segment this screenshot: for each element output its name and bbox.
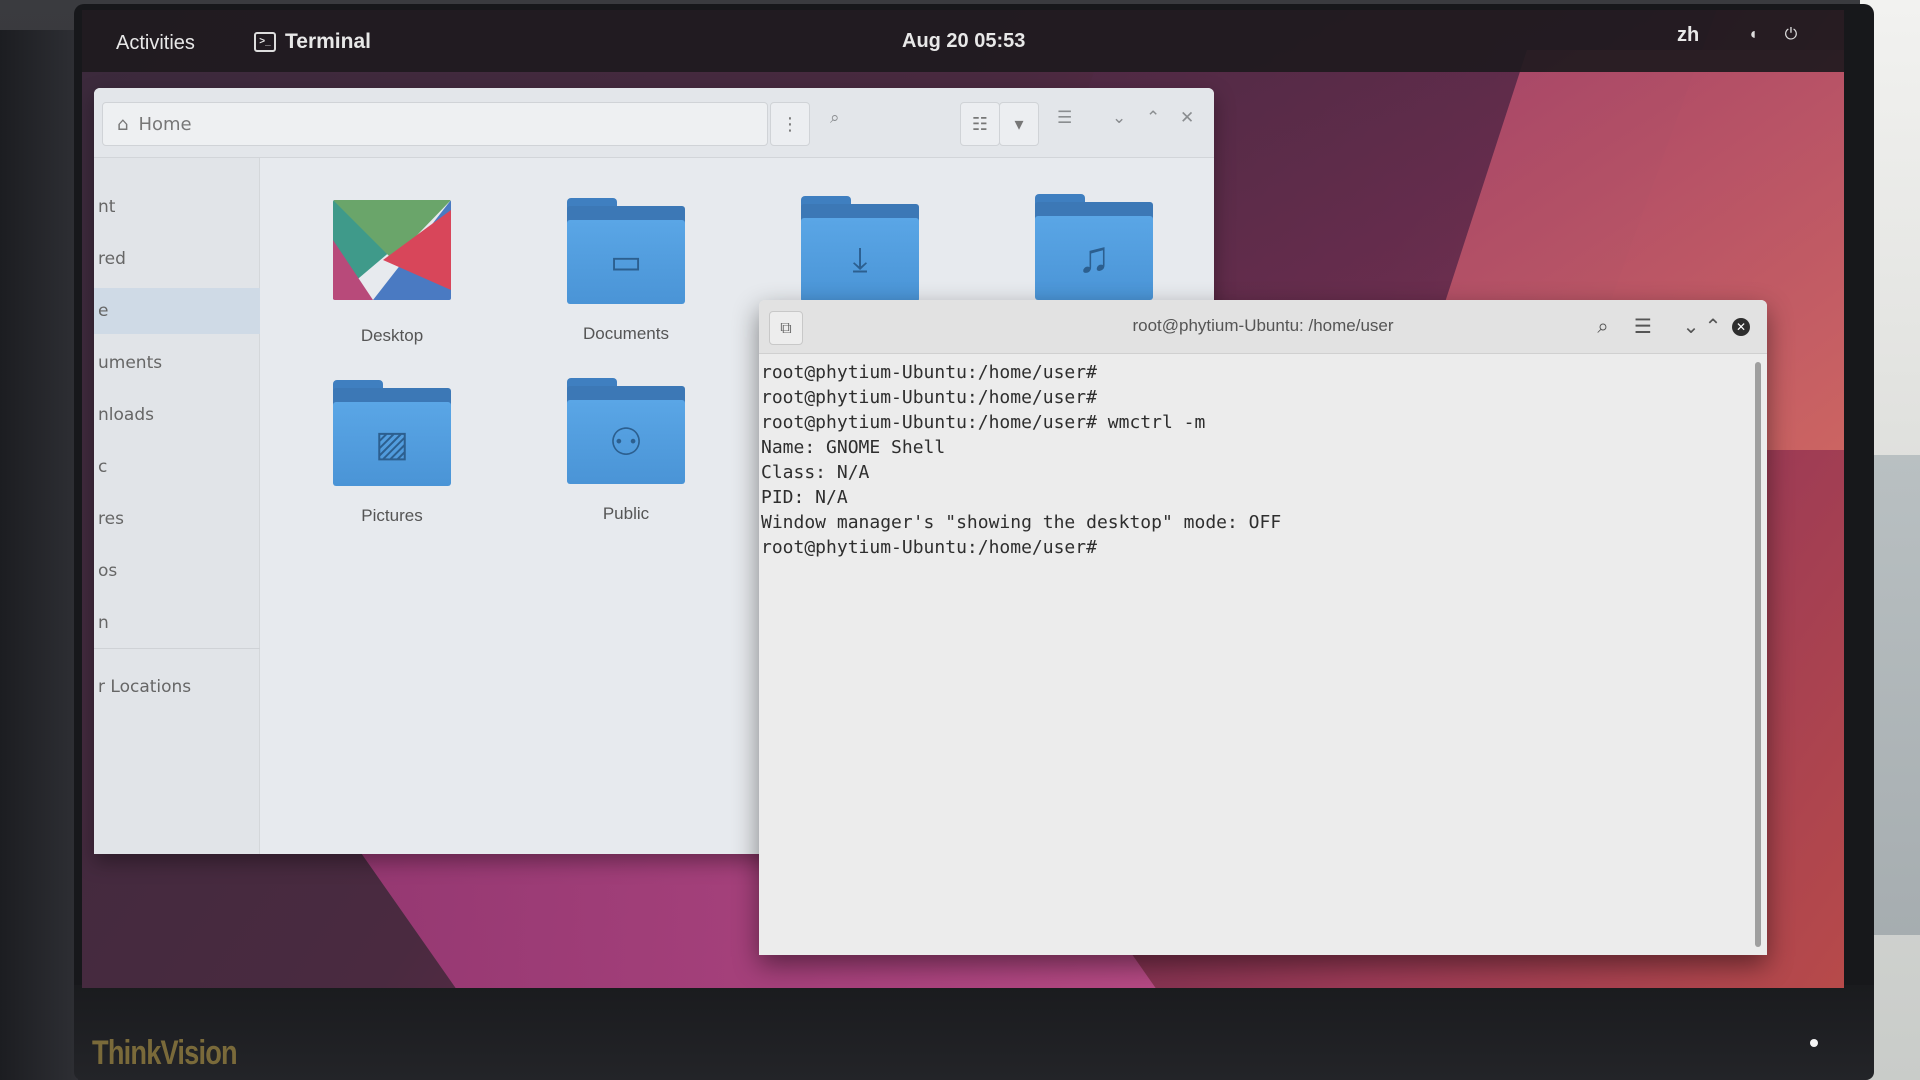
monitor-chin: [74, 985, 1874, 1080]
terminal-title: root@phytium-Ubuntu: /home/user: [1132, 316, 1394, 335]
sidebar-item-other-locations[interactable]: r Locations: [94, 664, 260, 710]
folder-icon: ⚇: [567, 378, 685, 484]
image-icon: ▨: [374, 423, 409, 464]
app-menu[interactable]: >_ Terminal: [254, 30, 371, 54]
path-menu-button[interactable]: ⋮: [770, 102, 810, 146]
terminal-line: root@phytium-Ubuntu:/home/user#: [761, 387, 1097, 408]
close-icon[interactable]: ✕: [1180, 108, 1194, 128]
path-bar[interactable]: ⌂ Home: [102, 102, 768, 146]
sidebar-item-starred[interactable]: red: [94, 236, 260, 282]
terminal-line: Window manager's "showing the desktop" m…: [761, 512, 1282, 533]
sidebar-item-documents[interactable]: uments: [94, 340, 260, 386]
sidebar-item-music[interactable]: c: [94, 444, 260, 490]
desktop-thumbnail: [333, 200, 451, 300]
folder-desktop[interactable]: Desktop: [312, 200, 472, 346]
input-language[interactable]: zh: [1677, 24, 1699, 47]
view-toggle-button[interactable]: ☷: [960, 102, 1000, 146]
close-button[interactable]: ✕: [1732, 318, 1750, 336]
menu-icon[interactable]: ☰: [1631, 314, 1655, 338]
sidebar-item-videos[interactable]: os: [94, 548, 260, 594]
power-led: [1810, 1039, 1818, 1047]
adjacent-monitor: [0, 30, 78, 1080]
sidebar-item-trash[interactable]: n: [94, 600, 260, 646]
folder-label: Public: [602, 504, 650, 523]
maximize-icon[interactable]: ⌃: [1146, 108, 1160, 128]
clock[interactable]: Aug 20 05:53: [902, 30, 1025, 53]
folder-public[interactable]: ⚇ Public: [546, 378, 706, 524]
folder-label: Desktop: [360, 326, 424, 345]
maximize-icon[interactable]: ⌃: [1701, 314, 1725, 338]
view-options-button[interactable]: ▾: [999, 102, 1039, 146]
minimize-icon[interactable]: ⌄: [1112, 108, 1126, 128]
terminal-scrollbar[interactable]: [1755, 362, 1761, 947]
volume-icon[interactable]: ◖: [1744, 26, 1762, 44]
monitor-brand: ThinkVision: [92, 1034, 238, 1072]
power-icon[interactable]: ⏻: [1782, 26, 1800, 44]
list-view-icon: ☷: [971, 113, 989, 135]
files-sidebar: nt red e uments nloads c res os n r Loca…: [94, 158, 260, 854]
files-headerbar: ⌂ Home ⋮ ⌕ ☷ ▾ ☰ ⌄ ⌃ ✕: [94, 88, 1214, 158]
folder-label: Documents: [583, 324, 669, 343]
folder-label: Pictures: [361, 506, 423, 525]
terminal-output[interactable]: root@phytium-Ubuntu:/home/user# root@phy…: [759, 358, 1749, 948]
folder-documents[interactable]: ▭ Documents: [546, 198, 706, 344]
terminal-window: ⧉ root@phytium-Ubuntu: /home/user ⌕ ☰ ⌄ …: [759, 300, 1767, 955]
sidebar-separator: [94, 648, 260, 649]
folder-icon: ▭: [567, 198, 685, 304]
vertical-dots-icon: ⋮: [781, 113, 799, 135]
close-icon: ✕: [1735, 320, 1747, 334]
document-icon: ▭: [609, 243, 643, 281]
terminal-line: Class: N/A: [761, 462, 870, 483]
search-icon[interactable]: ⌕: [830, 108, 840, 128]
folder-icon: ♫: [1035, 194, 1153, 300]
people-icon: ⚇: [608, 421, 644, 464]
chevron-down-icon: ▾: [1014, 113, 1024, 135]
terminal-icon: >_: [254, 32, 276, 52]
path-label: Home: [138, 113, 192, 135]
terminal-line: root@phytium-Ubuntu:/home/user#: [761, 537, 1097, 558]
folder-icon: ▨: [333, 380, 451, 486]
desktop-screen: Activities >_ Terminal Aug 20 05:53 zh ◖…: [82, 10, 1844, 988]
minimize-icon[interactable]: ⌄: [1679, 314, 1703, 338]
terminal-line: root@phytium-Ubuntu:/home/user# wmctrl -…: [761, 412, 1206, 433]
app-menu-label: Terminal: [285, 30, 371, 53]
terminal-headerbar: ⧉ root@phytium-Ubuntu: /home/user ⌕ ☰ ⌄ …: [759, 300, 1767, 354]
menu-icon[interactable]: ☰: [1057, 108, 1072, 128]
folder-icon: ⤓: [801, 196, 919, 302]
terminal-line: Name: GNOME Shell: [761, 437, 946, 458]
top-bar: Activities >_ Terminal Aug 20 05:53 zh ◖…: [82, 10, 1844, 72]
folder-pictures[interactable]: ▨ Pictures: [312, 380, 472, 526]
activities-button[interactable]: Activities: [116, 32, 195, 55]
download-icon: ⤓: [852, 240, 868, 279]
terminal-line: PID: N/A: [761, 487, 848, 508]
search-icon[interactable]: ⌕: [1591, 314, 1615, 338]
sidebar-item-home[interactable]: e: [94, 288, 260, 334]
home-icon: ⌂: [117, 113, 129, 135]
sidebar-item-downloads[interactable]: nloads: [94, 392, 260, 438]
sidebar-item-recent[interactable]: nt: [94, 184, 260, 230]
terminal-line: root@phytium-Ubuntu:/home/user#: [761, 362, 1097, 383]
music-note-icon: ♫: [1077, 233, 1111, 282]
sidebar-item-pictures[interactable]: res: [94, 496, 260, 542]
